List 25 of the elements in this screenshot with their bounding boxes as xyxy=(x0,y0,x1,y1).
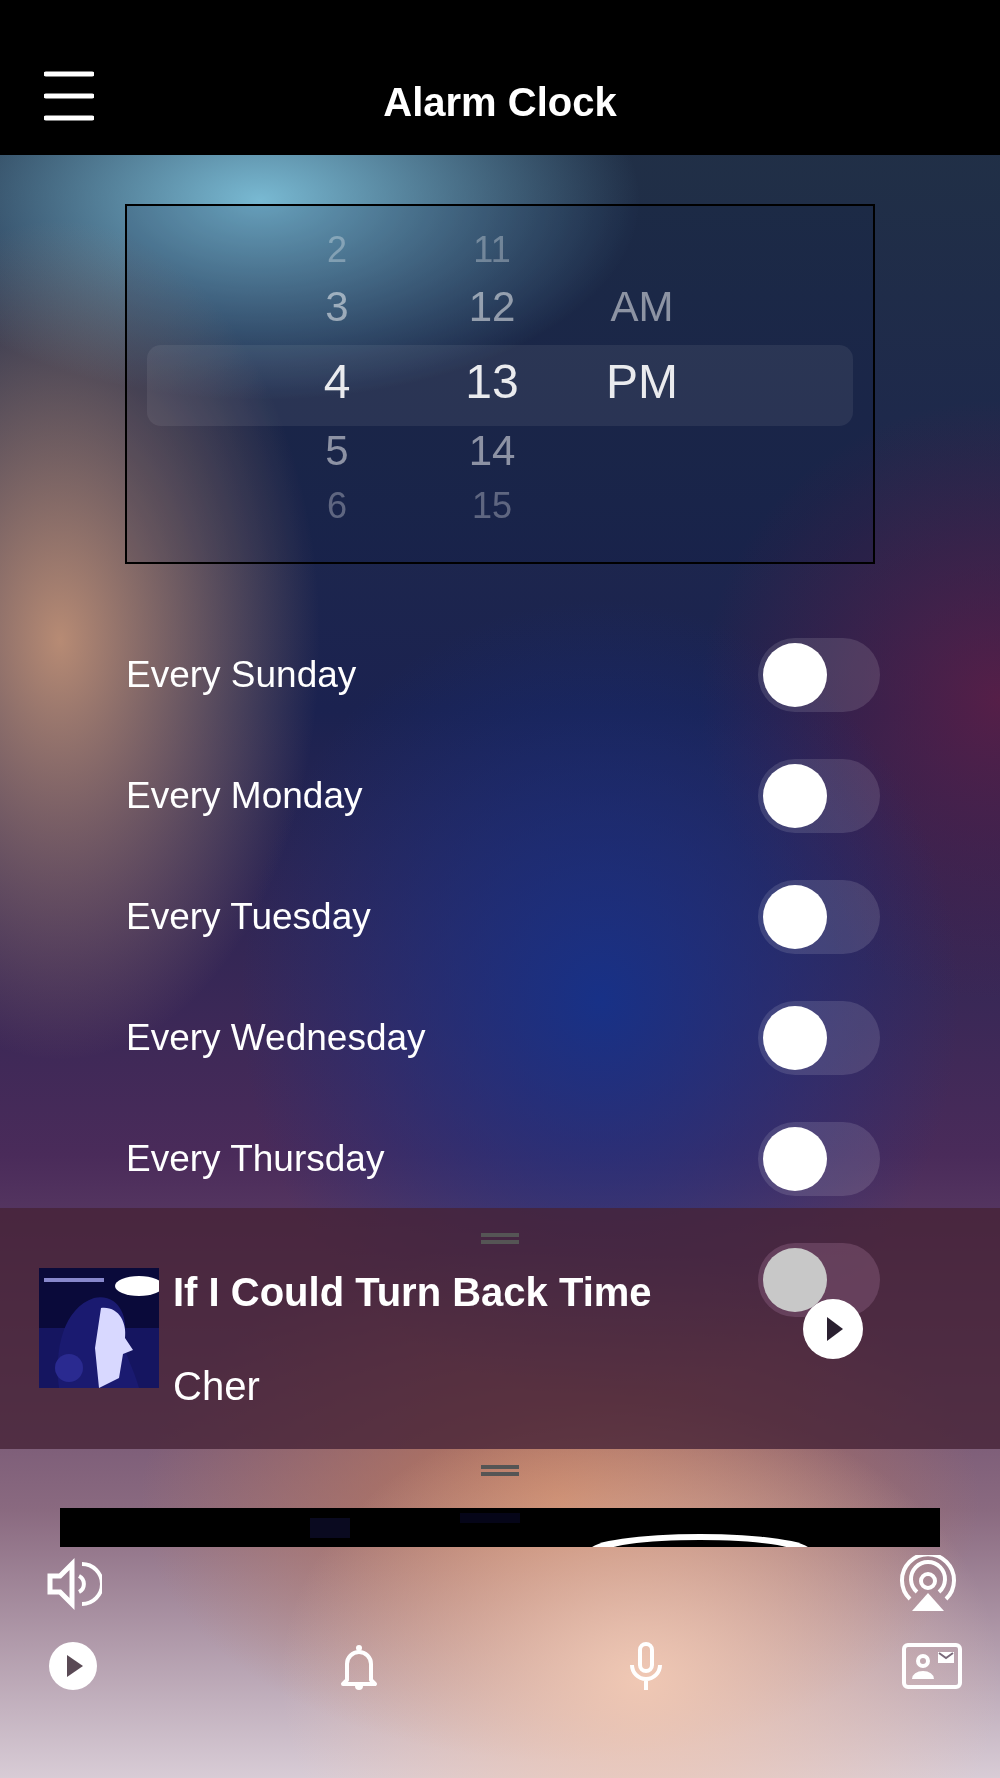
play-button[interactable] xyxy=(803,1299,863,1359)
picker-value[interactable]: 14 xyxy=(432,430,552,472)
picker-value[interactable]: 5 xyxy=(277,430,397,472)
picker-value[interactable]: 3 xyxy=(277,286,397,328)
menu-button[interactable] xyxy=(44,70,94,122)
picker-value[interactable]: PM xyxy=(582,358,702,406)
play-icon xyxy=(827,1317,843,1341)
drag-handle[interactable] xyxy=(481,1465,519,1476)
picker-value[interactable]: 6 xyxy=(277,488,397,524)
picker-value[interactable]: AM xyxy=(582,286,702,328)
airplay-icon[interactable] xyxy=(898,1555,958,1613)
repeat-day-label: Every Wednesday xyxy=(126,1015,426,1060)
song-title: If I Could Turn Back Time xyxy=(173,1269,652,1316)
artist-name: Cher xyxy=(173,1363,260,1410)
repeat-day-label: Every Monday xyxy=(126,773,363,818)
picker-value[interactable]: 13 xyxy=(432,358,552,406)
picker-value[interactable]: 15 xyxy=(432,488,552,524)
drag-handle[interactable] xyxy=(481,1233,519,1244)
repeat-day-label: Every Sunday xyxy=(126,652,357,697)
picker-value[interactable]: 4 xyxy=(277,358,397,406)
repeat-day-label: Every Tuesday xyxy=(126,894,371,939)
screen-title: Alarm Clock xyxy=(383,78,617,126)
speaker-icon[interactable] xyxy=(46,1556,102,1612)
repeat-day-label: Every Thursday xyxy=(126,1136,385,1181)
picker-value[interactable]: 12 xyxy=(432,286,552,328)
